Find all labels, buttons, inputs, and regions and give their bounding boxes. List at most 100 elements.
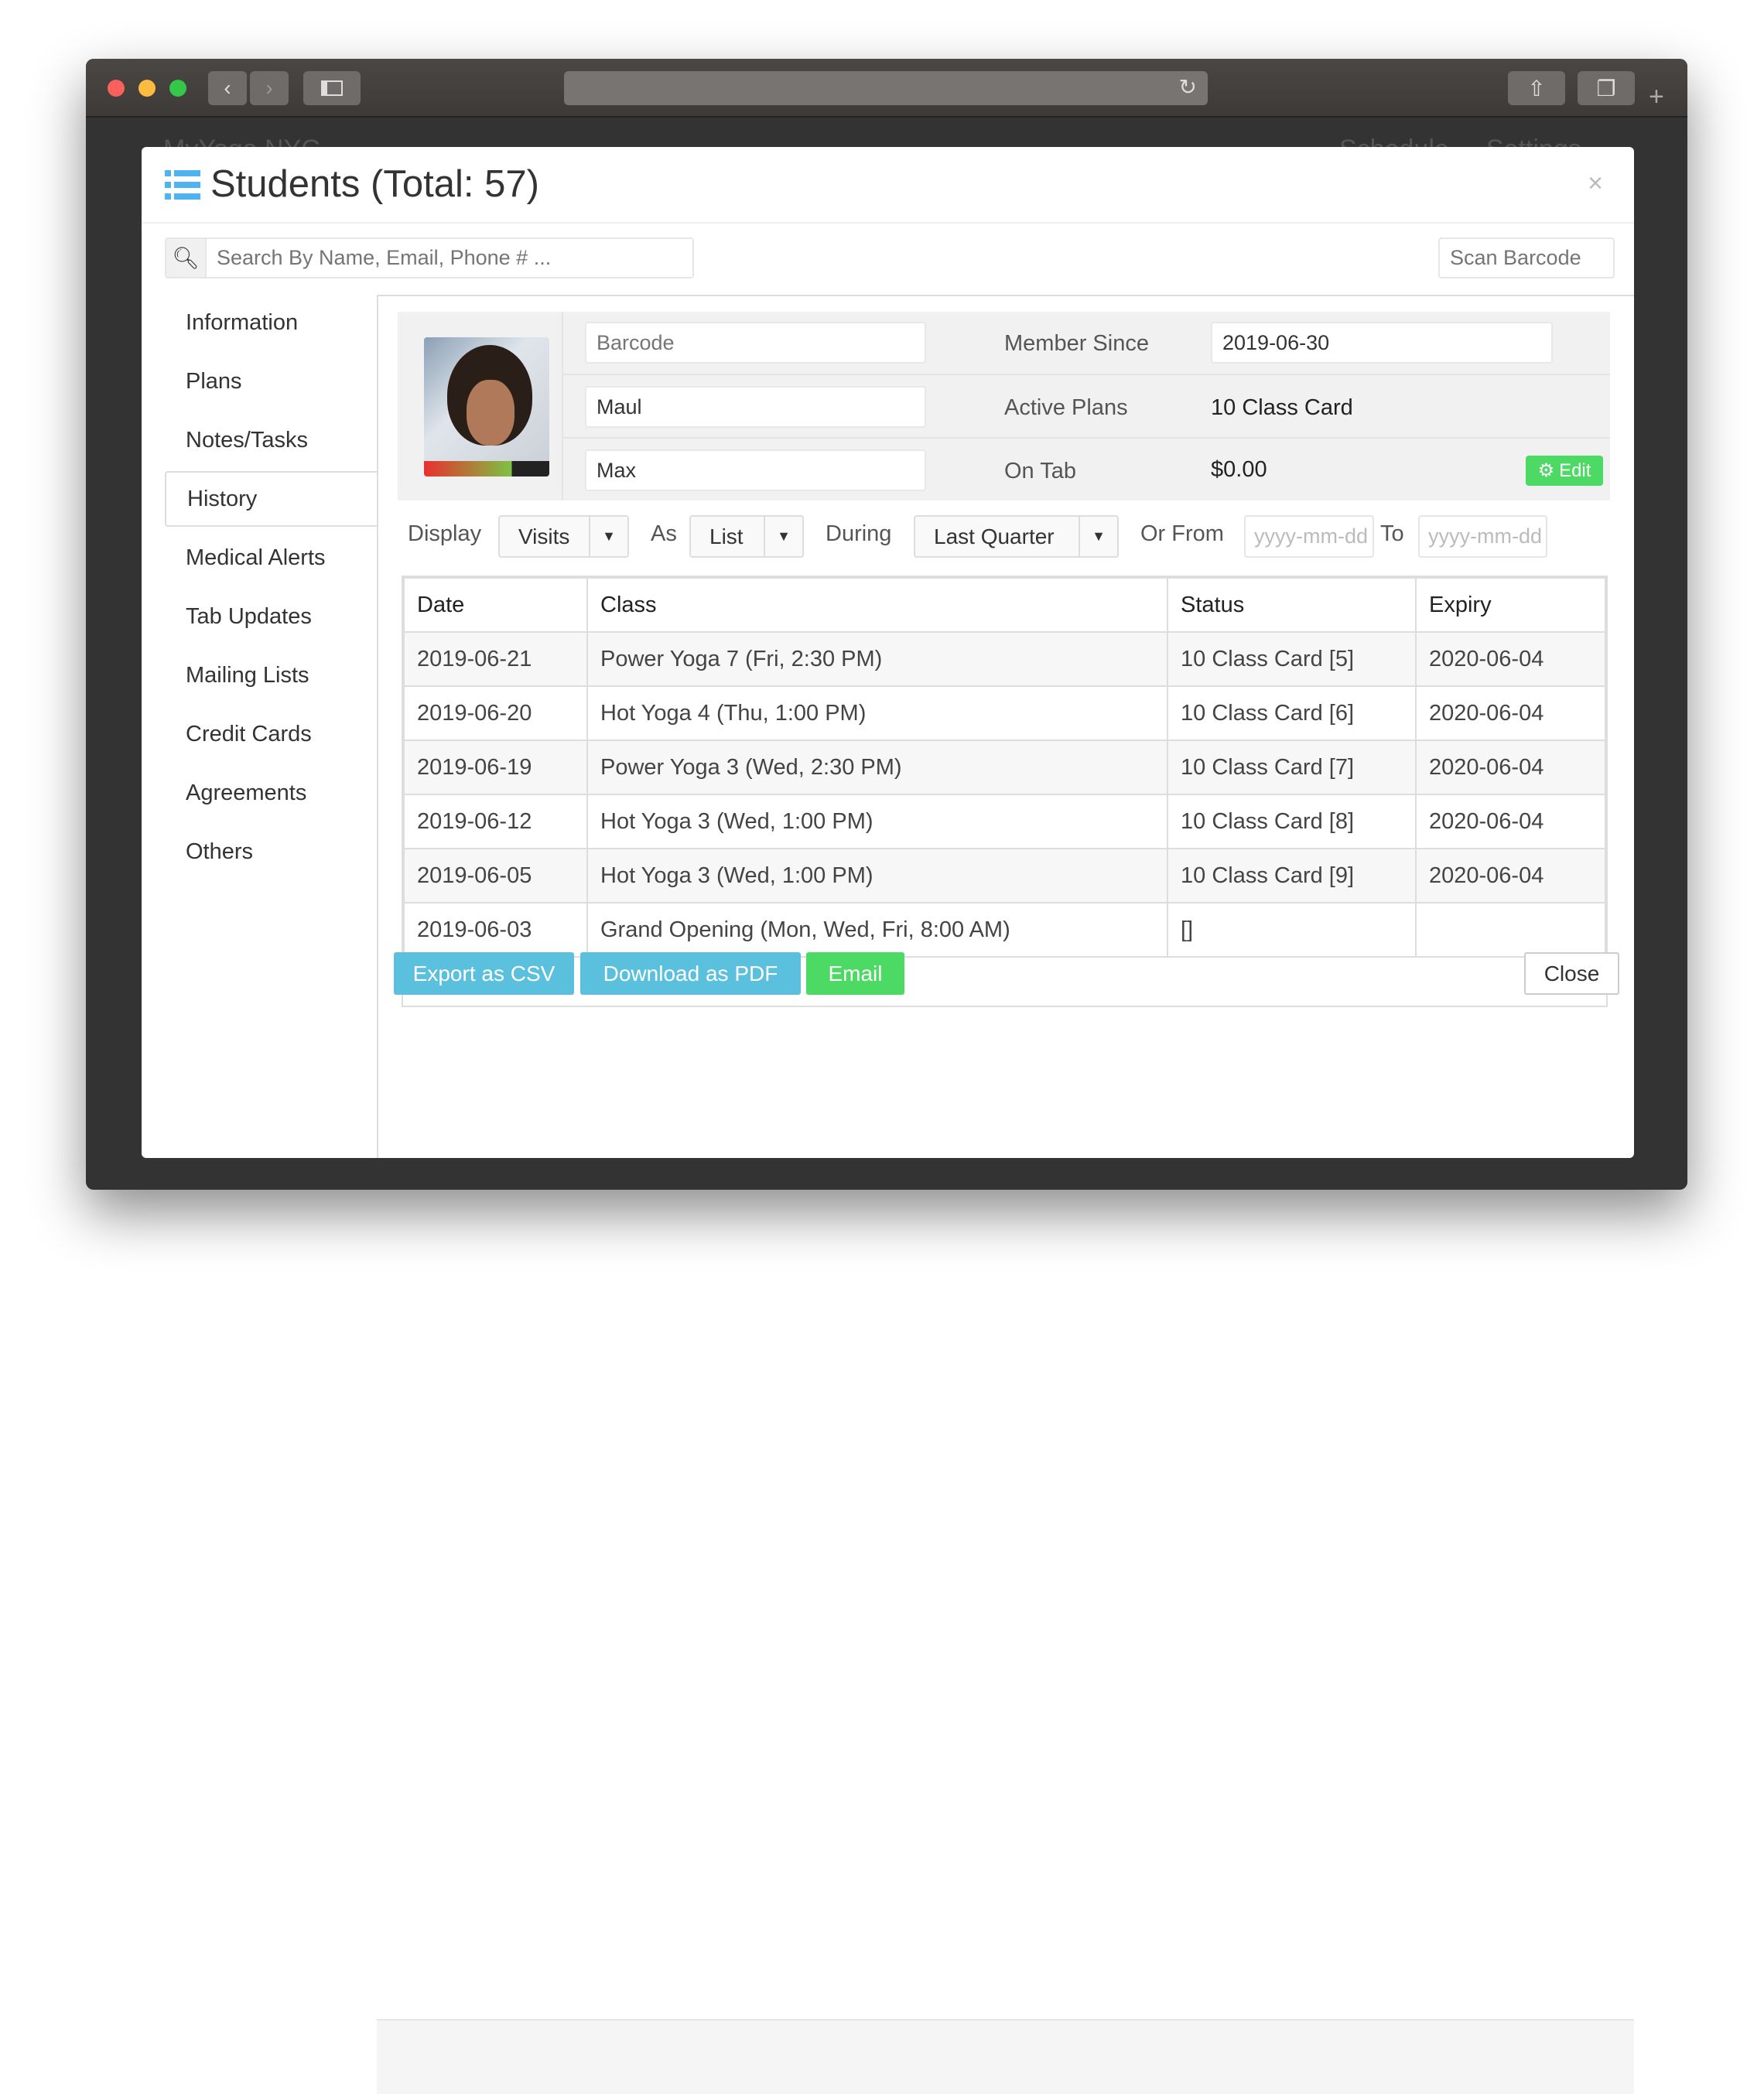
nav-item-mailing-lists[interactable]: Mailing Lists [165,647,377,703]
to-date-input[interactable]: yyyy-mm-dd [1418,515,1547,558]
caret-down-icon: ▼ [589,517,627,556]
table-cell: 2020-06-04 [1415,848,1606,904]
nav-item-credit-cards[interactable]: Credit Cards [165,706,377,762]
table-row[interactable]: 2019-06-19 Power Yoga 3 (Wed, 2:30 PM) 10 … [403,740,1606,795]
display-select[interactable]: Visits ▼ [498,515,629,558]
edit-label: Edit [1559,459,1591,481]
back-button[interactable]: ‹ [208,71,247,105]
during-select[interactable]: Last Quarter ▼ [914,515,1119,558]
as-label: As [651,521,677,546]
from-date-input[interactable]: yyyy-mm-dd [1244,515,1374,558]
scan-barcode-input[interactable] [1438,237,1615,278]
barcode-input[interactable] [585,322,926,364]
table-cell: 10 Class Card [9] [1167,848,1417,904]
during-label: During [826,521,892,546]
email-button[interactable]: Email [806,952,904,995]
table-row[interactable]: 2019-06-03 Grand Opening (Mon, Wed, Fri, … [403,902,1606,958]
column-header[interactable]: Expiry [1415,577,1606,633]
history-table: Date Class Status Expiry 2019-06-21 Power Yo… [402,576,1608,1007]
header-divider [142,222,1634,224]
table-cell: 2020-06-04 [1415,631,1606,687]
nav-item-history[interactable]: History [165,471,377,527]
reload-icon[interactable]: ↻ [1179,74,1197,100]
table-cell: 2019-06-05 [403,848,588,904]
table-cell: 10 Class Card [5] [1167,631,1417,687]
export-csv-button[interactable]: Export as CSV [394,952,574,995]
student-search: 🔍︎ [165,237,694,278]
table-cell: 2019-06-12 [403,794,588,849]
table-cell: 10 Class Card [6] [1167,685,1417,741]
sidebar-icon [321,80,343,96]
sidebar-toggle-button[interactable] [303,71,361,105]
table-cell: Grand Opening (Mon, Wed, Fri, 8:00 AM) [586,902,1168,958]
gear-icon: ⚙ [1537,460,1555,481]
share-icon: ⇧ [1527,76,1546,101]
table-cell: Power Yoga 7 (Fri, 2:30 PM) [586,631,1168,687]
search-input[interactable] [207,239,692,277]
search-icon: 🔍︎ [166,239,207,277]
table-cell: 2019-06-21 [403,631,588,687]
table-row[interactable]: 2019-06-12 Hot Yoga 3 (Wed, 1:00 PM) 10 Cl… [403,794,1606,849]
table-cell: 2019-06-03 [403,902,588,958]
table-cell: Power Yoga 3 (Wed, 2:30 PM) [586,740,1168,795]
table-cell: 2020-06-04 [1415,740,1606,795]
chevron-right-icon: › [265,76,273,100]
table-cell: Hot Yoga 3 (Wed, 1:00 PM) [586,794,1168,849]
modal-title: Students (Total: 57) [210,163,539,205]
during-value: Last Quarter [934,524,1055,548]
table-row[interactable]: 2019-06-20 Hot Yoga 4 (Thu, 1:00 PM) 10 Cl… [403,685,1606,741]
close-window-button[interactable] [108,80,125,97]
nav-item-notes-tasks[interactable]: Notes/Tasks [165,412,377,468]
maximize-window-button[interactable] [169,80,186,97]
nav-item-information[interactable]: Information [165,295,377,350]
table-cell: 2019-06-20 [403,685,588,741]
table-cell: 10 Class Card [8] [1167,794,1417,849]
active-plans-label: Active Plans [1004,395,1128,420]
first-name-input[interactable]: Max [585,449,926,491]
minimize-window-button[interactable] [138,80,156,97]
column-header[interactable]: Status [1167,577,1417,633]
on-tab-label: On Tab [1004,459,1076,483]
caret-down-icon: ▼ [764,517,802,556]
table-cell: 2019-06-19 [403,740,588,795]
close-icon[interactable]: × [1588,169,1603,199]
tabs-button[interactable]: ❐ [1578,71,1635,105]
as-value: List [709,524,744,548]
table-cell: Hot Yoga 3 (Wed, 1:00 PM) [586,848,1168,904]
table-cell: 2020-06-04 [1415,685,1606,741]
new-tab-button[interactable]: + [1649,82,1664,112]
table-row[interactable]: 2019-06-21 Power Yoga 7 (Fri, 2:30 PM) 10 … [403,631,1606,687]
nav-item-tab-updates[interactable]: Tab Updates [165,589,377,644]
to-label: To [1380,521,1404,546]
nav-item-medical-alerts[interactable]: Medical Alerts [165,530,377,586]
download-pdf-button[interactable]: Download as PDF [580,952,801,995]
close-button[interactable]: Close [1524,952,1619,995]
on-tab-value: $0.00 [1211,457,1267,482]
share-button[interactable]: ⇧ [1508,71,1565,105]
nav-item-others[interactable]: Others [165,824,377,880]
column-header[interactable]: Date [403,577,588,633]
last-name-input[interactable]: Maul [585,386,926,428]
table-cell: [] [1167,902,1417,958]
nav-item-plans[interactable]: Plans [165,354,377,409]
as-select[interactable]: List ▼ [689,515,804,558]
modal-footer [377,2019,1634,2094]
table-cell: 10 Class Card [7] [1167,740,1417,795]
nav-item-agreements[interactable]: Agreements [165,765,377,821]
edit-tab-button[interactable]: ⚙ Edit [1526,456,1603,486]
address-bar[interactable]: ↻ [564,71,1208,105]
table-cell: Hot Yoga 4 (Thu, 1:00 PM) [586,685,1168,741]
caret-down-icon: ▼ [1079,517,1117,556]
student-photo[interactable] [424,337,549,477]
forward-button[interactable]: › [250,71,289,105]
display-label: Display [408,521,482,546]
attendance-bar [424,461,549,477]
column-header[interactable]: Class [586,577,1168,633]
table-cell: 2020-06-04 [1415,794,1606,849]
from-label: Or From [1140,521,1224,546]
table-row[interactable]: 2019-06-05 Hot Yoga 3 (Wed, 1:00 PM) 10 Cl… [403,848,1606,904]
tabs-icon: ❐ [1596,76,1616,101]
chevron-left-icon: ‹ [224,76,231,100]
member-since-input[interactable]: 2019-06-30 [1211,322,1553,364]
active-plans-value: 10 Class Card [1211,395,1353,420]
